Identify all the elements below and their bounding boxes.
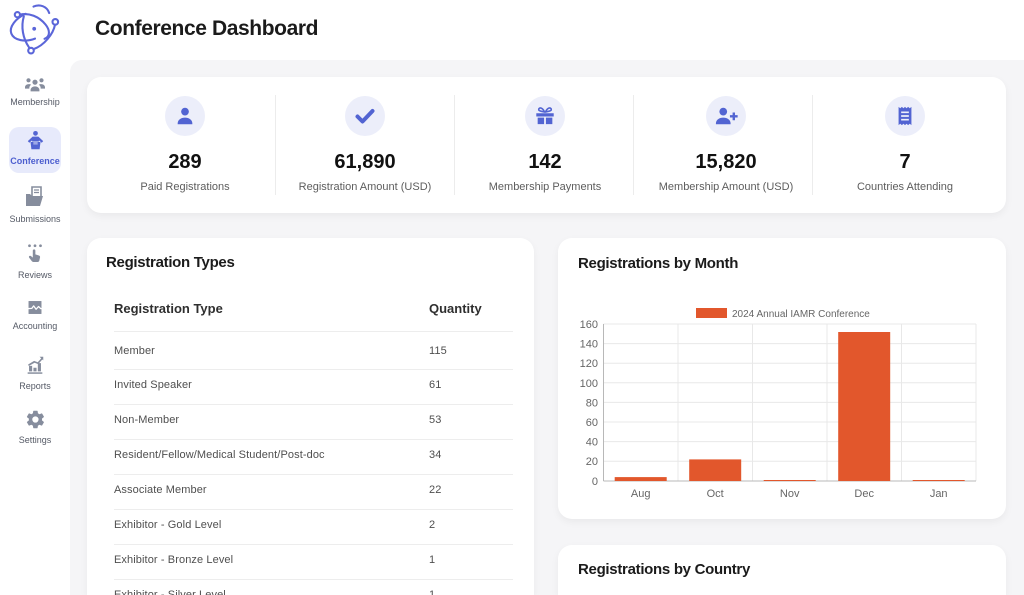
svg-text:140: 140	[580, 339, 598, 351]
svg-text:40: 40	[586, 437, 598, 449]
svg-text:100: 100	[580, 378, 598, 390]
svg-text:160: 160	[580, 319, 598, 331]
svg-text:Jan: Jan	[930, 488, 948, 500]
svg-text:2024 Annual IAMR Conference: 2024 Annual IAMR Conference	[732, 309, 870, 320]
svg-text:20: 20	[586, 456, 598, 468]
svg-text:60: 60	[586, 417, 598, 429]
svg-text:Aug: Aug	[631, 488, 651, 500]
svg-text:80: 80	[586, 397, 598, 409]
svg-text:0: 0	[592, 476, 598, 488]
svg-text:Nov: Nov	[780, 488, 800, 500]
svg-text:Oct: Oct	[707, 488, 724, 500]
svg-text:120: 120	[580, 358, 598, 370]
svg-text:Dec: Dec	[854, 488, 874, 500]
